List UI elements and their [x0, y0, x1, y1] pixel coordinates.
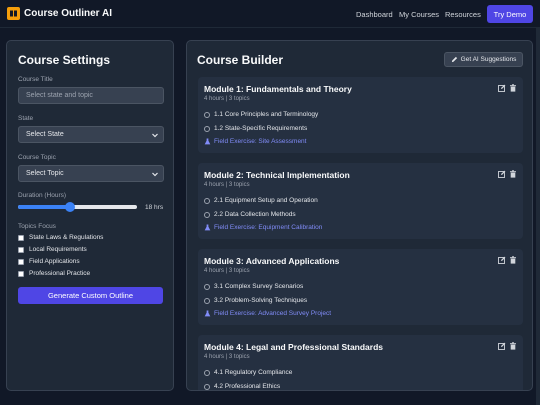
topic-select[interactable]: Select Topic	[18, 165, 164, 182]
circle-icon	[204, 197, 210, 204]
topic-item[interactable]: 4.2 Professional Ethics	[204, 383, 280, 390]
checkbox[interactable]	[18, 234, 24, 241]
chevron-down-icon	[152, 172, 158, 177]
duration-slider[interactable]	[18, 202, 137, 212]
course-settings-panel: Course Settings Course Title Select stat…	[6, 40, 174, 391]
topic-item[interactable]: 1.1 Core Principles and Terminology	[204, 111, 318, 118]
generate-outline-button[interactable]: Generate Custom Outline	[18, 287, 163, 304]
duration-label: Duration (Hours)	[18, 192, 67, 199]
flask-icon	[204, 310, 211, 317]
checkbox[interactable]	[18, 258, 24, 265]
module-card: Module 4: Legal and Professional Standar…	[198, 335, 523, 390]
circle-icon	[204, 283, 210, 290]
pencil-icon	[451, 56, 457, 63]
duration-slider-fill	[18, 205, 70, 209]
topic-label: Course Topic	[18, 154, 56, 161]
chevron-down-icon	[152, 133, 158, 138]
ai-suggestions-button[interactable]: Get AI Suggestions	[444, 52, 523, 67]
duration-slider-thumb[interactable]	[64, 202, 75, 212]
circle-icon	[204, 297, 210, 304]
builder-title: Course Builder	[197, 53, 284, 67]
checkbox[interactable]	[18, 270, 24, 277]
duration-value: 18 hrs	[145, 204, 164, 211]
state-select-value: Select State	[26, 131, 64, 138]
module-card: Module 3: Advanced Applications 4 hours …	[198, 249, 523, 325]
checkbox[interactable]	[18, 246, 24, 253]
trash-icon[interactable]	[509, 84, 517, 92]
circle-icon	[204, 125, 210, 132]
topic-focus-local-requirements[interactable]: Local Requirements	[18, 246, 87, 253]
edit-icon[interactable]	[498, 170, 506, 178]
page-scrollbar[interactable]	[536, 28, 540, 405]
circle-icon	[204, 211, 210, 218]
trash-icon[interactable]	[509, 170, 517, 178]
state-label: State	[18, 115, 34, 122]
try-demo-button[interactable]: Try Demo	[487, 5, 533, 23]
topic-focus-field-applications[interactable]: Field Applications	[18, 258, 80, 265]
edit-icon[interactable]	[498, 256, 506, 264]
app-title: Course Outliner AI	[24, 8, 112, 19]
circle-icon	[204, 111, 210, 118]
module-meta: 4 hours | 3 topics	[204, 268, 250, 274]
module-meta: 4 hours | 3 topics	[204, 96, 250, 102]
flask-icon	[204, 224, 211, 231]
module-title: Module 4: Legal and Professional Standar…	[204, 342, 384, 352]
nav-link-resources[interactable]: Resources	[445, 10, 481, 19]
trash-icon[interactable]	[509, 342, 517, 350]
state-select[interactable]: Select State	[18, 126, 164, 143]
module-title: Module 2: Technical Implementation	[204, 170, 350, 180]
topic-item[interactable]: 2.1 Equipment Setup and Operation	[204, 197, 318, 204]
nav-link-my-courses[interactable]: My Courses	[399, 10, 439, 19]
module-meta: 4 hours | 3 topics	[204, 182, 250, 188]
course-builder-panel: Course Builder Get AI Suggestions Module…	[186, 40, 533, 391]
settings-title: Course Settings	[18, 53, 111, 67]
flask-icon	[204, 138, 211, 145]
trash-icon[interactable]	[509, 256, 517, 264]
field-exercise-link[interactable]: Field Exercise: Advanced Survey Project	[204, 310, 331, 317]
top-nav: Course Outliner AI Dashboard My Courses …	[0, 0, 540, 28]
module-title: Module 3: Advanced Applications	[204, 256, 340, 266]
topic-item[interactable]: 3.1 Complex Survey Scenarios	[204, 283, 303, 290]
circle-icon	[204, 369, 210, 376]
topic-item[interactable]: 4.1 Regulatory Compliance	[204, 369, 292, 376]
topic-item[interactable]: 1.2 State-Specific Requirements	[204, 125, 307, 132]
module-card: Module 2: Technical Implementation 4 hou…	[198, 163, 523, 239]
module-title: Module 1: Fundamentals and Theory	[204, 84, 352, 94]
edit-icon[interactable]	[498, 84, 506, 92]
topic-focus-professional-practice[interactable]: Professional Practice	[18, 270, 90, 277]
module-card: Module 1: Fundamentals and Theory 4 hour…	[198, 77, 523, 153]
topic-select-value: Select Topic	[26, 170, 64, 177]
book-icon	[7, 7, 20, 20]
field-exercise-link[interactable]: Field Exercise: Equipment Calibration	[204, 224, 322, 231]
course-title-input[interactable]: Select state and topic	[18, 87, 164, 104]
circle-icon	[204, 383, 210, 390]
module-meta: 4 hours | 3 topics	[204, 354, 250, 360]
edit-icon[interactable]	[498, 342, 506, 350]
topic-item[interactable]: 3.2 Problem-Solving Techniques	[204, 297, 307, 304]
topic-focus-state-laws[interactable]: State Laws & Regulations	[18, 234, 103, 241]
topic-item[interactable]: 2.2 Data Collection Methods	[204, 211, 296, 218]
topics-focus-label: Topics Focus	[18, 223, 56, 230]
field-exercise-link[interactable]: Field Exercise: Site Assessment	[204, 138, 306, 145]
course-title-label: Course Title	[18, 76, 53, 83]
nav-link-dashboard[interactable]: Dashboard	[356, 10, 393, 19]
